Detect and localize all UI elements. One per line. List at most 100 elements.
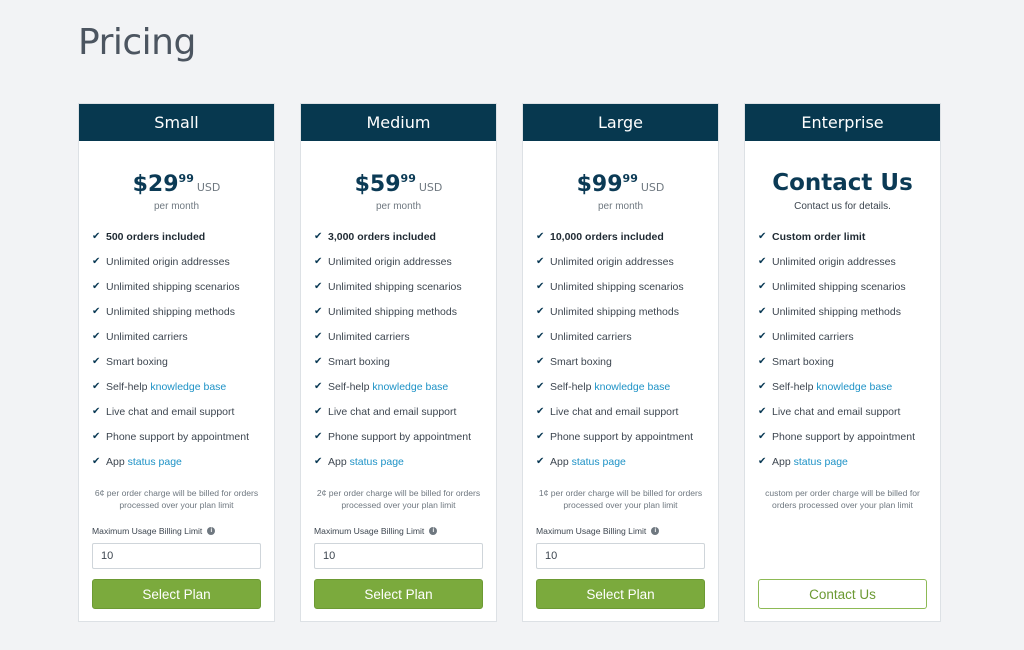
select-plan-button[interactable]: Select Plan xyxy=(536,579,705,609)
plan-price: $9999USD xyxy=(523,172,718,197)
overage-note: 1¢ per order charge will be billed for o… xyxy=(538,488,703,510)
check-icon: ✔ xyxy=(92,406,101,417)
status-page-link[interactable]: status page xyxy=(572,456,626,468)
knowledge-base-link[interactable]: knowledge base xyxy=(816,381,892,393)
check-icon: ✔ xyxy=(758,331,767,342)
check-icon: ✔ xyxy=(92,331,101,342)
price-dollars: $59 xyxy=(354,172,401,197)
feature-item: ✔ App status page xyxy=(536,455,626,468)
feature-item: ✔ Unlimited shipping scenarios xyxy=(92,280,240,293)
plan-card-enterprise: Enterprise Contact Us Contact us for det… xyxy=(744,103,941,622)
check-icon: ✔ xyxy=(314,306,323,317)
feature-item: ✔ Unlimited shipping scenarios xyxy=(536,280,684,293)
feature-list: ✔ 10,000 orders included ✔ Unlimited origi… xyxy=(536,224,712,474)
check-icon: ✔ xyxy=(536,331,545,342)
feature-item: ✔ 10,000 orders included xyxy=(536,230,664,243)
check-icon: ✔ xyxy=(314,456,323,467)
check-icon: ✔ xyxy=(536,406,545,417)
check-icon: ✔ xyxy=(536,356,545,367)
price-dollars: $99 xyxy=(576,172,623,197)
feature-item: ✔ Unlimited origin addresses xyxy=(758,255,896,268)
feature-item: ✔ Smart boxing xyxy=(758,355,834,368)
price-currency: USD xyxy=(418,181,443,194)
select-plan-button[interactable]: Select Plan xyxy=(314,579,483,609)
check-icon: ✔ xyxy=(314,231,323,242)
feature-item: ✔ Smart boxing xyxy=(314,355,390,368)
feature-item: ✔ Phone support by appointment xyxy=(314,430,472,443)
check-icon: ✔ xyxy=(92,381,101,392)
billing-limit-input[interactable] xyxy=(314,543,483,569)
feature-item: ✔ Unlimited origin addresses xyxy=(92,255,230,268)
check-icon: ✔ xyxy=(758,356,767,367)
overage-note: 2¢ per order charge will be billed for o… xyxy=(316,488,481,510)
check-icon: ✔ xyxy=(536,456,545,467)
billing-limit-label: Maximum Usage Billing Limit i xyxy=(92,526,216,536)
price-currency: USD xyxy=(196,181,221,194)
feature-item: ✔ App status page xyxy=(92,455,182,468)
price-cents: 99 xyxy=(178,172,194,185)
check-icon: ✔ xyxy=(92,231,101,242)
billing-limit-label: Maximum Usage Billing Limit i xyxy=(536,526,660,536)
feature-item: ✔ 500 orders included xyxy=(92,230,206,243)
check-icon: ✔ xyxy=(758,231,767,242)
check-icon: ✔ xyxy=(536,431,545,442)
knowledge-base-link[interactable]: knowledge base xyxy=(594,381,670,393)
knowledge-base-link[interactable]: knowledge base xyxy=(372,381,448,393)
plan-card-small: Small $2999USD per month ✔ 500 orders inc… xyxy=(78,103,275,622)
check-icon: ✔ xyxy=(536,256,545,267)
feature-list: ✔ 500 orders included ✔ Unlimited origin a… xyxy=(92,224,268,474)
feature-item: ✔ Unlimited shipping methods xyxy=(314,305,457,318)
overage-note: 6¢ per order charge will be billed for o… xyxy=(94,488,259,510)
info-icon[interactable]: i xyxy=(651,527,660,535)
plan-card-medium: Medium $5999USD per month ✔ 3,000 orders … xyxy=(300,103,497,622)
check-icon: ✔ xyxy=(314,256,323,267)
plan-price: $2999USD xyxy=(79,172,274,197)
billing-limit-input[interactable] xyxy=(92,543,261,569)
check-icon: ✔ xyxy=(758,406,767,417)
feature-item: ✔ Phone support by appointment xyxy=(536,430,694,443)
check-icon: ✔ xyxy=(314,356,323,367)
status-page-link[interactable]: status page xyxy=(794,456,848,468)
contact-title: Contact Us xyxy=(772,170,913,196)
feature-item: ✔ Unlimited carriers xyxy=(758,330,854,343)
billing-limit-input[interactable] xyxy=(536,543,705,569)
check-icon: ✔ xyxy=(92,281,101,292)
feature-item: ✔ App status page xyxy=(758,455,848,468)
feature-list: ✔ Custom order limit ✔ Unlimited origin ad… xyxy=(758,224,934,474)
check-icon: ✔ xyxy=(92,356,101,367)
check-icon: ✔ xyxy=(92,431,101,442)
plan-name: Large xyxy=(523,104,718,141)
info-icon[interactable]: i xyxy=(429,527,438,535)
status-page-link[interactable]: status page xyxy=(350,456,404,468)
feature-item: ✔ Unlimited shipping scenarios xyxy=(314,280,462,293)
check-icon: ✔ xyxy=(92,306,101,317)
knowledge-base-link[interactable]: knowledge base xyxy=(150,381,226,393)
billing-limit-label: Maximum Usage Billing Limit i xyxy=(314,526,438,536)
check-icon: ✔ xyxy=(758,431,767,442)
feature-item: ✔ Live chat and email support xyxy=(92,405,235,418)
check-icon: ✔ xyxy=(536,281,545,292)
check-icon: ✔ xyxy=(314,381,323,392)
check-icon: ✔ xyxy=(92,456,101,467)
feature-item: ✔ Unlimited carriers xyxy=(92,330,188,343)
feature-item: ✔ Unlimited shipping scenarios xyxy=(758,280,906,293)
plan-name: Small xyxy=(79,104,274,141)
feature-item: ✔ 3,000 orders included xyxy=(314,230,436,243)
info-icon[interactable]: i xyxy=(207,527,216,535)
plan-price: $5999USD xyxy=(301,172,496,197)
contact-us-button[interactable]: Contact Us xyxy=(758,579,927,609)
check-icon: ✔ xyxy=(536,231,545,242)
plan-name: Medium xyxy=(301,104,496,141)
check-icon: ✔ xyxy=(314,406,323,417)
check-icon: ✔ xyxy=(758,381,767,392)
feature-item: ✔ Phone support by appointment xyxy=(758,430,916,443)
feature-item: ✔ Unlimited shipping methods xyxy=(758,305,901,318)
status-page-link[interactable]: status page xyxy=(128,456,182,468)
feature-item: ✔ Live chat and email support xyxy=(758,405,901,418)
plans-container: Small $2999USD per month ✔ 500 orders inc… xyxy=(78,103,941,622)
feature-item: ✔ Unlimited carriers xyxy=(314,330,410,343)
price-period: per month xyxy=(153,201,200,212)
check-icon: ✔ xyxy=(758,456,767,467)
feature-item: ✔ Self-help knowledge base xyxy=(314,380,449,393)
select-plan-button[interactable]: Select Plan xyxy=(92,579,261,609)
